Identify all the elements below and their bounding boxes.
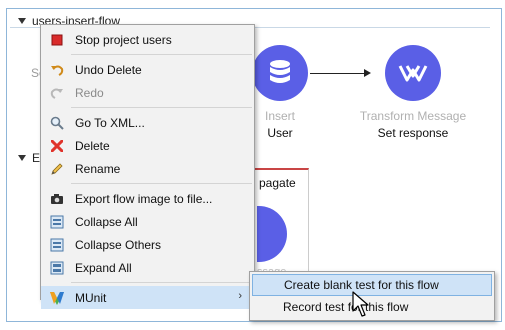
undo-icon [49,62,65,78]
stop-icon [49,32,65,48]
on-error-propagate-scope[interactable]: pagate ssage [255,168,309,278]
node-subtitle: User [267,126,293,140]
menu-item-collapse-others[interactable]: Collapse Others [41,233,254,256]
menu-item-expand-all[interactable]: Expand All [41,256,254,279]
node-subtitle: Set response [377,126,449,140]
menu-separator [71,54,252,55]
menu-item-label: Expand All [75,260,132,275]
collapse-icon [49,237,65,253]
menu-item-label: Collapse All [75,214,138,229]
collapse-triangle-icon[interactable] [18,18,26,24]
rename-icon [49,161,65,177]
node-title: Insert [264,109,295,123]
menu-item-label: Delete [75,138,110,153]
menu-item-undo-delete[interactable]: Undo Delete [41,58,254,81]
expand-icon [49,260,65,276]
redo-icon [49,85,65,101]
menu-item-label: Undo Delete [75,62,142,77]
node-title: Transform Message [359,109,467,123]
menu-item-label: Collapse Others [75,237,162,252]
camera-icon [49,191,65,207]
menu-item-redo[interactable]: Redo [41,81,254,104]
menu-item-export-flow-image[interactable]: Export flow image to file... [41,187,254,210]
collapse-triangle-icon[interactable] [18,155,26,161]
menu-item-label: Stop project users [75,32,172,47]
error-scope-label: pagate [259,176,296,190]
menu-item-munit[interactable]: MUnit › [41,286,254,309]
menu-item-go-to-xml[interactable]: Go To XML... [41,111,254,134]
database-icon [252,45,308,101]
menu-item-delete[interactable]: Delete [41,134,254,157]
collapse-icon [49,214,65,230]
menu-item-label: MUnit [75,290,107,305]
menu-item-label: Go To XML... [75,115,145,130]
component-node-icon[interactable] [257,206,287,262]
search-icon [49,115,65,131]
munit-icon [49,290,65,306]
transform-icon [385,45,441,101]
insert-user-node[interactable]: Insert User [250,45,310,140]
menu-item-collapse-all[interactable]: Collapse All [41,210,254,233]
submenu-arrow-icon: › [238,290,242,302]
menu-separator [71,107,252,108]
menu-item-label: Rename [75,161,121,176]
menu-item-stop-project[interactable]: Stop project users [41,28,254,51]
menu-item-label: Export flow image to file... [75,191,213,206]
transform-message-node[interactable]: Transform Message Set response [348,45,478,140]
context-menu: Stop project users Undo Delete Redo Go T… [40,24,255,309]
delete-icon [49,138,65,154]
submenu-item-label: Record test for this flow [283,300,409,314]
menu-separator [71,183,252,184]
mouse-pointer-icon [352,291,369,317]
submenu-item-label: Create blank test for this flow [284,278,439,292]
menu-item-label: Redo [75,85,104,100]
menu-separator [71,282,252,283]
menu-item-rename[interactable]: Rename [41,157,254,180]
